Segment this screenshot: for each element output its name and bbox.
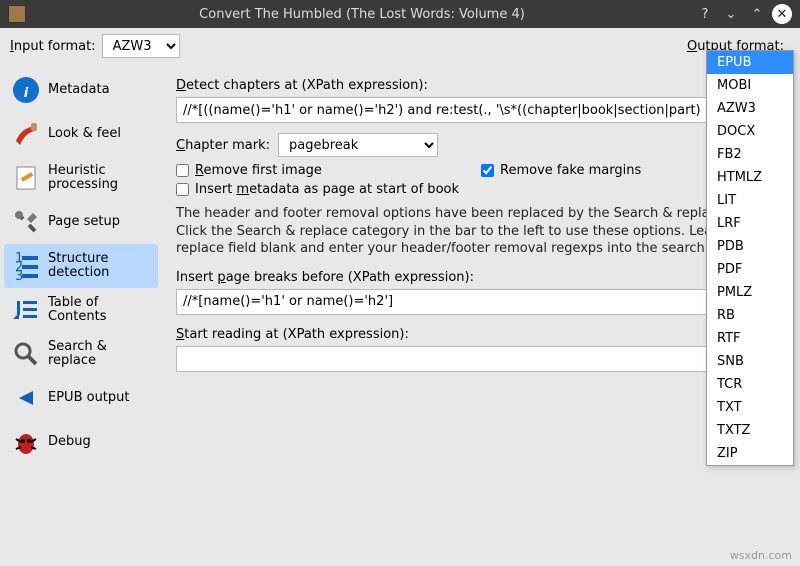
dropdown-option-pdf[interactable]: PDF [707, 258, 793, 281]
sidebar-item-toc[interactable]: Table of Contents [4, 288, 158, 332]
sidebar-item-label: Search & replace [48, 340, 152, 369]
dropdown-option-fb2[interactable]: FB2 [707, 143, 793, 166]
sidebar-item-label: Page setup [48, 215, 120, 229]
dropdown-option-epub[interactable]: EPUB [707, 51, 793, 74]
minimize-button[interactable]: ⌄ [720, 3, 742, 25]
sidebar-item-label: EPUB output [48, 391, 130, 405]
dropdown-option-tcr[interactable]: TCR [707, 373, 793, 396]
dropdown-option-htmlz[interactable]: HTMLZ [707, 166, 793, 189]
dropdown-option-txtz[interactable]: TXTZ [707, 419, 793, 442]
svg-text:i: i [24, 86, 29, 101]
help-text: The header and footer removal options ha… [176, 205, 786, 258]
insert-metadata-label: Insert metadata as page at start of book [195, 182, 459, 197]
sidebar-item-epub-output[interactable]: EPUB output [4, 376, 158, 420]
insert-metadata-checkbox[interactable] [176, 183, 189, 196]
sidebar-item-heuristic[interactable]: Heuristic processing [4, 156, 158, 200]
maximize-button[interactable]: ⌃ [746, 3, 768, 25]
insert-page-breaks-label: Insert page breaks before (XPath express… [176, 270, 786, 285]
watermark: wsxdn.com [730, 549, 792, 562]
sidebar-item-label: Structure detection [48, 252, 152, 281]
remove-first-image-checkbox[interactable] [176, 164, 189, 177]
brush-icon [10, 118, 42, 150]
dropdown-option-zip[interactable]: ZIP [707, 442, 793, 465]
list-icon: 123 [10, 250, 42, 282]
sidebar-item-debug[interactable]: Debug [4, 420, 158, 464]
remove-fake-margins-checkbox[interactable] [481, 164, 494, 177]
sidebar-item-search-replace[interactable]: Search & replace [4, 332, 158, 376]
info-icon: i [10, 74, 42, 106]
dropdown-option-lit[interactable]: LIT [707, 189, 793, 212]
detect-chapters-input[interactable] [176, 97, 786, 123]
detect-chapters-label: Detect chapters at (XPath expression): [176, 78, 786, 93]
arrow-left-icon [10, 382, 42, 414]
input-format-select[interactable]: AZW3 [102, 34, 180, 58]
insert-page-breaks-input[interactable] [176, 289, 786, 315]
dropdown-option-azw3[interactable]: AZW3 [707, 97, 793, 120]
remove-fake-margins-label: Remove fake margins [500, 163, 641, 178]
close-button[interactable]: ✕ [772, 4, 792, 24]
input-format-label: Input format: [10, 39, 96, 54]
sidebar-item-label: Metadata [48, 83, 110, 97]
format-bar: Input format: AZW3 Output format: [0, 28, 800, 64]
dropdown-option-snb[interactable]: SNB [707, 350, 793, 373]
titlebar: Convert The Humbled (The Lost Words: Vol… [0, 0, 800, 28]
dropdown-option-rb[interactable]: RB [707, 304, 793, 327]
sidebar-item-label: Heuristic processing [48, 164, 152, 193]
dropdown-option-pmlz[interactable]: PMLZ [707, 281, 793, 304]
sidebar-item-look-feel[interactable]: Look & feel [4, 112, 158, 156]
sidebar-item-structure-detection[interactable]: 123 Structure detection [4, 244, 158, 288]
content-panel: Detect chapters at (XPath expression): C… [162, 64, 800, 566]
search-icon [10, 338, 42, 370]
sidebar-item-label: Look & feel [48, 127, 121, 141]
output-format-dropdown[interactable]: EPUB MOBI AZW3 DOCX FB2 HTMLZ LIT LRF PD… [706, 50, 794, 466]
sidebar-item-page-setup[interactable]: Page setup [4, 200, 158, 244]
remove-first-image-label: Remove first image [195, 163, 322, 178]
start-reading-label: Start reading at (XPath expression): [176, 327, 786, 342]
sidebar: i Metadata Look & feel Heuristic process… [0, 64, 162, 566]
sidebar-item-metadata[interactable]: i Metadata [4, 68, 158, 112]
dropdown-option-pdb[interactable]: PDB [707, 235, 793, 258]
dropdown-option-lrf[interactable]: LRF [707, 212, 793, 235]
document-edit-icon [10, 162, 42, 194]
dropdown-option-txt[interactable]: TXT [707, 396, 793, 419]
bug-icon [10, 426, 42, 458]
sidebar-item-label: Table of Contents [48, 296, 152, 325]
chapter-mark-label: Chapter mark: [176, 138, 270, 153]
sidebar-item-label: Debug [48, 435, 91, 449]
dropdown-option-rtf[interactable]: RTF [707, 327, 793, 350]
help-button[interactable]: ? [694, 3, 716, 25]
dropdown-option-docx[interactable]: DOCX [707, 120, 793, 143]
chapter-mark-select[interactable]: pagebreak [278, 133, 438, 157]
toc-icon [10, 294, 42, 326]
dropdown-option-mobi[interactable]: MOBI [707, 74, 793, 97]
tools-icon [10, 206, 42, 238]
window-title: Convert The Humbled (The Lost Words: Vol… [34, 7, 690, 22]
app-icon [8, 5, 26, 23]
main-area: i Metadata Look & feel Heuristic process… [0, 64, 800, 566]
start-reading-input[interactable] [176, 346, 786, 372]
